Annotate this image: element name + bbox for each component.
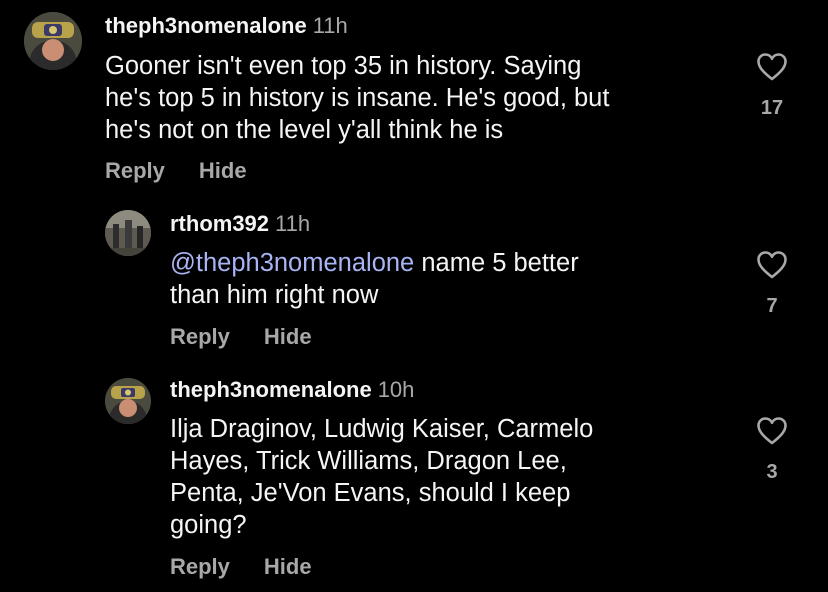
username[interactable]: rthom392 [170, 211, 269, 236]
heart-outline-icon[interactable] [756, 416, 788, 446]
timestamp: 11h [275, 211, 311, 236]
reply-comment-1: rthom392 11h @theph3nomenalone name 5 bet… [0, 200, 828, 370]
wrestler-championship-avatar-icon [24, 12, 82, 70]
like-count: 3 [766, 461, 778, 483]
comment-header: theph3nomenalone 10h [170, 377, 414, 403]
like-count: 17 [760, 97, 784, 119]
crowd-photo-avatar-icon [105, 210, 151, 256]
comment-actions: Reply Hide [170, 554, 312, 580]
avatar[interactable] [105, 210, 151, 256]
comment-text: @theph3nomenalone name 5 better than him… [170, 247, 750, 311]
avatar[interactable] [105, 378, 151, 424]
heart-outline-icon[interactable] [756, 250, 788, 280]
hide-button[interactable]: Hide [199, 158, 247, 184]
comment-text: Ilja Draginov, Ludwig Kaiser, Carmelo Ha… [170, 415, 594, 539]
comment-text: Gooner isn't even top 35 in history. Say… [105, 52, 610, 144]
timestamp: 11h [312, 13, 348, 38]
like-control: 3 [752, 416, 792, 484]
comment-1: theph3nomenalone 11h Gooner isn't even to… [0, 0, 828, 200]
username[interactable]: theph3nomenalone [105, 13, 307, 38]
mention-link[interactable]: @theph3nomenalone [170, 249, 414, 277]
comment-actions: Reply Hide [105, 158, 247, 184]
reply-button[interactable]: Reply [170, 324, 230, 350]
wrestler-championship-avatar-icon [105, 378, 151, 424]
like-control: 7 [752, 250, 792, 318]
like-control: 17 [752, 52, 792, 120]
like-count: 7 [766, 295, 778, 317]
heart-outline-icon[interactable] [756, 52, 788, 82]
reply-button[interactable]: Reply [105, 158, 165, 184]
hide-button[interactable]: Hide [264, 324, 312, 350]
comment-header: rthom392 11h [170, 211, 310, 237]
username[interactable]: theph3nomenalone [170, 377, 372, 402]
comment-header: theph3nomenalone 11h [105, 13, 348, 39]
avatar[interactable] [24, 12, 82, 70]
hide-button[interactable]: Hide [264, 554, 312, 580]
timestamp: 10h [377, 377, 415, 402]
comment-actions: Reply Hide [170, 324, 312, 350]
reply-comment-2: theph3nomenalone 10h Ilja Draginov, Ludwi… [0, 370, 828, 592]
reply-button[interactable]: Reply [170, 554, 230, 580]
